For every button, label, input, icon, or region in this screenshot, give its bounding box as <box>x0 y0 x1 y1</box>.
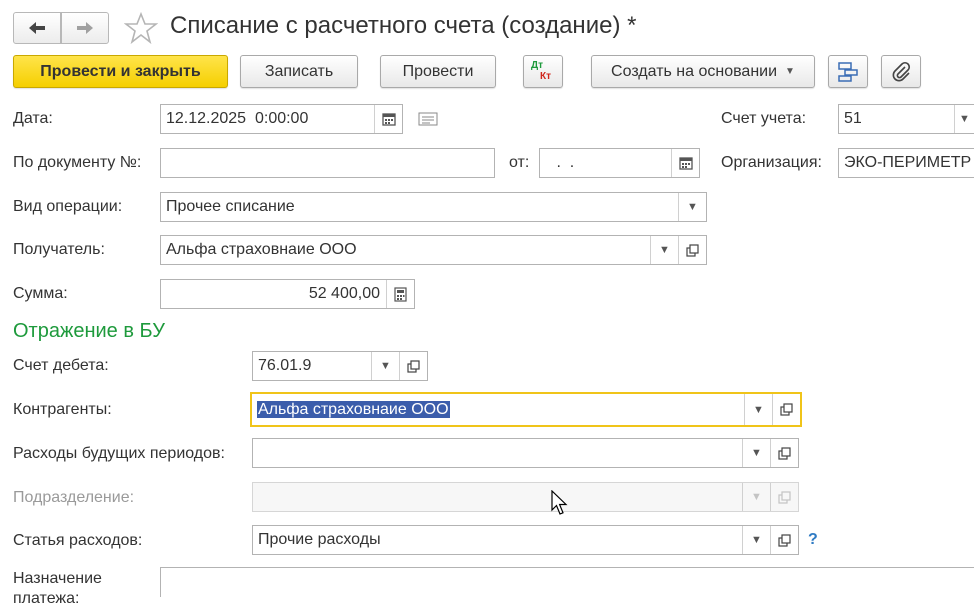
date-label: Дата: <box>13 110 53 127</box>
page-title: Списание с расчетного счета (создание) * <box>170 12 637 39</box>
account-label: Счет учета: <box>721 110 807 127</box>
date-value: 12.12.2025 0:00:00 <box>166 110 309 127</box>
dt-kt-button[interactable]: Дт Кт <box>523 55 563 88</box>
dropdown-arrow-icon[interactable]: ▼ <box>371 352 399 380</box>
from-label: от: <box>509 154 530 171</box>
post-button[interactable]: Провести <box>380 55 496 88</box>
dropdown-arrow-icon: ▼ <box>742 483 770 511</box>
counterparty-label: Контрагенты: <box>13 401 112 418</box>
recipient-value: Альфа страховнаие ООО <box>166 241 357 258</box>
structure-button[interactable] <box>828 55 868 88</box>
create-based-on-button[interactable]: Создать на основании ▼ <box>591 55 815 88</box>
amount-label: Сумма: <box>13 285 68 302</box>
post-and-close-label: Провести и закрыть <box>40 62 201 80</box>
section-title-accounting: Отражение в БУ <box>13 320 165 342</box>
dropdown-arrow-icon[interactable]: ▼ <box>742 439 770 467</box>
expense-item-value: Прочие расходы <box>258 531 381 548</box>
date-field[interactable]: 12.12.2025 0:00:00 <box>160 104 403 134</box>
purpose-textarea[interactable] <box>160 567 974 597</box>
dt-kt-icon: Дт Кт <box>531 59 552 82</box>
account-value: 51 <box>844 110 862 127</box>
save-button[interactable]: Записать <box>240 55 358 88</box>
amount-field[interactable]: 52 400,00 <box>160 279 415 309</box>
comment-icon[interactable] <box>418 112 438 131</box>
open-icon[interactable] <box>770 439 798 467</box>
dropdown-arrow-icon[interactable]: ▼ <box>678 193 706 221</box>
recipient-label: Получатель: <box>13 241 105 258</box>
division-field: ▼ <box>252 482 799 512</box>
calendar-icon[interactable] <box>671 149 699 177</box>
open-icon <box>770 483 798 511</box>
optype-select[interactable]: Прочее списание ▼ <box>160 192 707 222</box>
dropdown-arrow-icon: ▼ <box>785 66 795 77</box>
arrow-right-icon <box>77 22 93 34</box>
account-field[interactable]: 51 ▼ <box>838 104 974 134</box>
org-value: ЭКО-ПЕРИМЕТР <box>844 154 972 171</box>
counterparty-value: Альфа страховнаие ООО <box>257 400 450 418</box>
arrow-left-icon <box>29 22 45 34</box>
post-label: Провести <box>402 62 474 80</box>
open-icon[interactable] <box>399 352 427 380</box>
mouse-cursor-icon <box>551 489 569 521</box>
help-icon[interactable]: ? <box>808 531 818 549</box>
dropdown-arrow-icon[interactable]: ▼ <box>650 236 678 264</box>
deferred-expenses-field[interactable]: ▼ <box>252 438 799 468</box>
optype-label: Вид операции: <box>13 198 123 215</box>
org-field[interactable]: ЭКО-ПЕРИМЕТР <box>838 148 974 178</box>
favorite-star-icon[interactable] <box>123 11 159 49</box>
dropdown-arrow-icon[interactable]: ▼ <box>954 105 974 133</box>
docnum-input[interactable] <box>160 148 495 178</box>
expense-item-field[interactable]: Прочие расходы ▼ <box>252 525 799 555</box>
debit-account-field[interactable]: 76.01.9 ▼ <box>252 351 428 381</box>
forward-button[interactable] <box>61 12 109 44</box>
open-icon[interactable] <box>678 236 706 264</box>
optype-value: Прочее списание <box>166 198 295 215</box>
dropdown-arrow-icon[interactable]: ▼ <box>744 394 772 425</box>
structure-icon <box>838 61 858 82</box>
purpose-label-line2: платежа: <box>13 590 80 607</box>
dropdown-arrow-icon[interactable]: ▼ <box>742 526 770 554</box>
open-icon[interactable] <box>772 394 800 425</box>
from-date-value: . . <box>552 154 575 171</box>
amount-value: 52 400,00 <box>308 285 380 302</box>
open-icon[interactable] <box>770 526 798 554</box>
org-label: Организация: <box>721 154 822 171</box>
attach-button[interactable] <box>881 55 921 88</box>
deferred-expenses-label: Расходы будущих периодов: <box>13 445 225 462</box>
division-label: Подразделение: <box>13 489 135 506</box>
debit-account-value: 76.01.9 <box>258 357 312 374</box>
docnum-label: По документу №: <box>13 154 142 171</box>
post-and-close-button[interactable]: Провести и закрыть <box>13 55 228 88</box>
paperclip-icon <box>892 61 911 81</box>
save-label: Записать <box>264 62 334 80</box>
back-button[interactable] <box>13 12 61 44</box>
calendar-icon[interactable] <box>374 105 402 133</box>
purpose-label-line1: Назначение <box>13 570 102 587</box>
counterparty-field[interactable]: Альфа страховнаие ООО ▼ <box>250 392 802 427</box>
expense-item-label: Статья расходов: <box>13 532 143 549</box>
debit-label: Счет дебета: <box>13 357 109 374</box>
calculator-icon[interactable] <box>386 280 414 308</box>
from-date-field[interactable]: . . <box>539 148 700 178</box>
create-based-on-label: Создать на основании <box>611 62 778 80</box>
recipient-field[interactable]: Альфа страховнаие ООО ▼ <box>160 235 707 265</box>
